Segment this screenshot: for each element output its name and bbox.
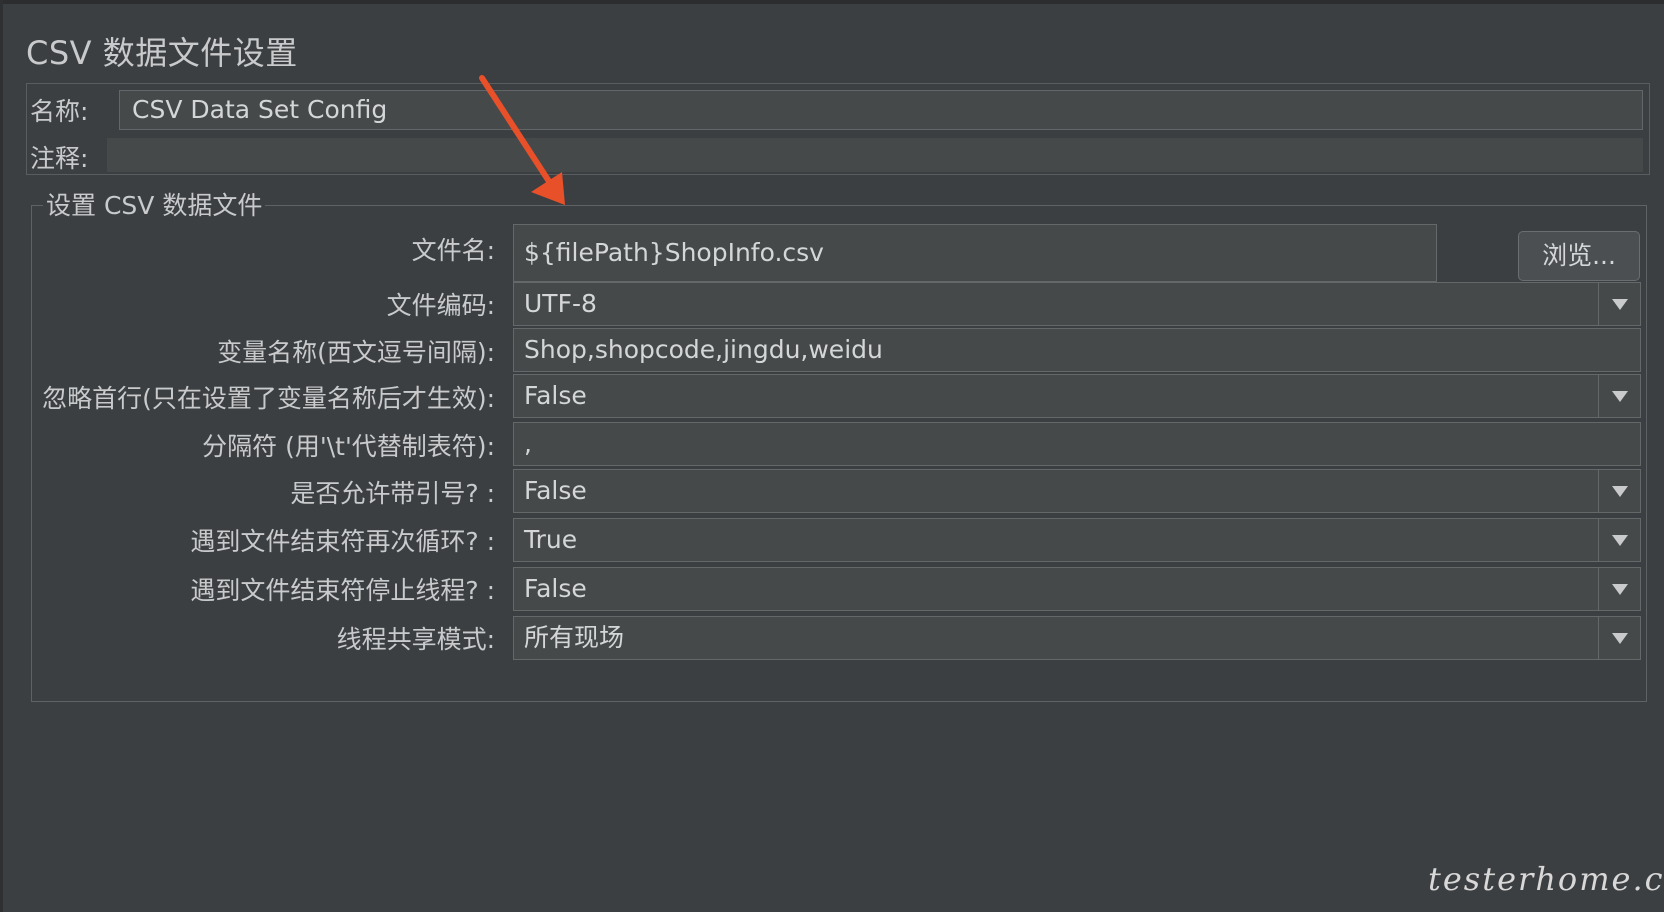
annotation-arrow-icon — [479, 75, 565, 205]
watermark: testerhome.com — [1428, 860, 1664, 898]
